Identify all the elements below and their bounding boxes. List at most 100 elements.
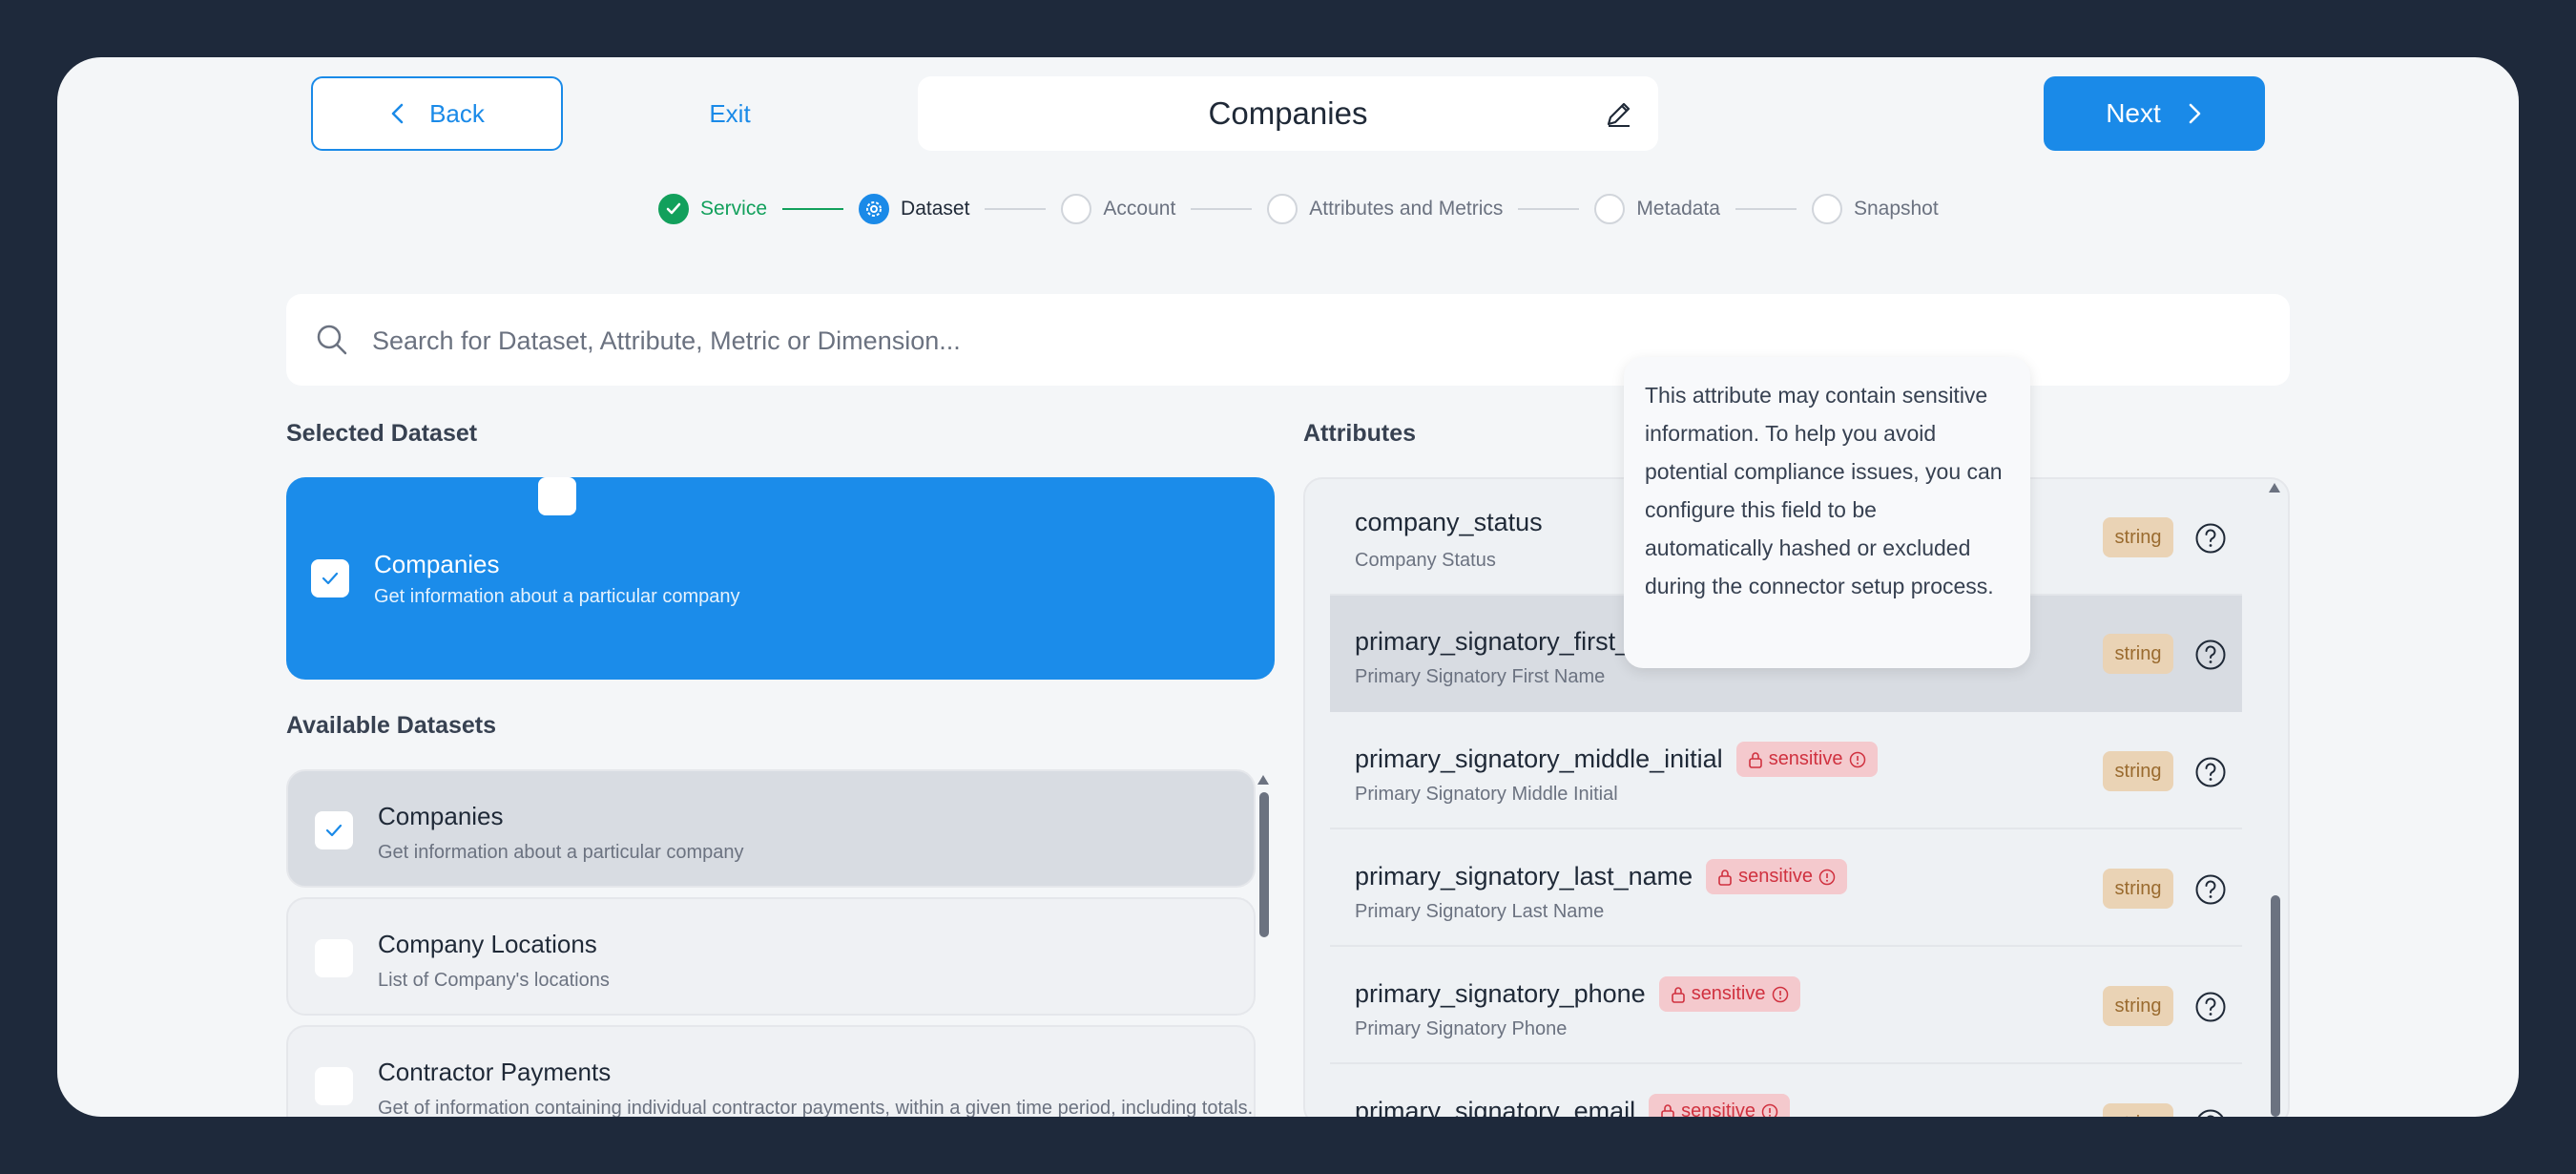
step-circle-icon — [1811, 194, 1842, 224]
type-badge: string — [2103, 751, 2173, 791]
type-badge: string — [2103, 986, 2173, 1026]
attribute-label: Primary Signatory Phone — [1355, 1018, 1568, 1039]
dataset-checkbox[interactable] — [315, 1067, 353, 1105]
step-dataset[interactable]: Dataset — [859, 194, 969, 224]
type-badge: string — [2103, 869, 2173, 909]
attribute-row[interactable]: primary_signatory_middle_initial sensiti… — [1330, 713, 2242, 829]
attribute-key: primary_signatory_email — [1355, 1097, 1636, 1117]
attribute-label: Primary Signatory Last Name — [1355, 901, 1605, 922]
sensitive-badge[interactable]: sensitive — [1658, 976, 1800, 1012]
info-icon — [1772, 986, 1788, 1002]
available-datasets-list: Companies Get information about a partic… — [286, 769, 1278, 1117]
next-button[interactable]: Next — [2044, 76, 2265, 151]
question-circle-icon[interactable] — [2194, 639, 2227, 671]
attribute-label: Primary Signatory First Name — [1355, 666, 1606, 687]
info-icon — [1849, 751, 1865, 767]
question-circle-icon[interactable] — [2194, 991, 2227, 1023]
selected-dataset-title: Companies — [374, 550, 500, 578]
dataset-title-field[interactable]: Companies — [918, 76, 1658, 151]
attribute-key: primary_signatory_phone — [1355, 979, 1646, 1008]
sensitive-tooltip: This attribute may contain sensitive inf… — [1624, 357, 2030, 668]
gear-icon — [859, 194, 890, 224]
step-attributes-and-metrics[interactable]: Attributes and Metrics — [1267, 194, 1503, 224]
search-icon — [317, 325, 347, 355]
info-icon — [1761, 1103, 1778, 1117]
attribute-name: company_status — [1355, 508, 1543, 537]
question-circle-icon[interactable] — [2194, 756, 2227, 788]
step-circle-icon — [1267, 194, 1298, 224]
attributes-heading: Attributes — [1303, 420, 1417, 447]
step-circle-icon — [1594, 194, 1626, 224]
sensitive-label: sensitive — [1768, 748, 1843, 769]
sensitive-label: sensitive — [1681, 1101, 1755, 1117]
step-account[interactable]: Account — [1061, 194, 1175, 224]
attribute-key: primary_signatory_last_name — [1355, 862, 1693, 891]
attributes-scrollbar[interactable] — [2271, 895, 2280, 1117]
dataset-title: Company Locations — [378, 930, 597, 958]
selected-dataset-description: Get information about a particular compa… — [374, 586, 740, 607]
attribute-row[interactable]: primary_signatory_last_name sensitive Pr… — [1330, 830, 2242, 947]
back-button[interactable]: Back — [311, 76, 563, 151]
question-circle-icon[interactable] — [2194, 522, 2227, 555]
step-service[interactable]: Service — [658, 194, 767, 224]
lock-icon — [1661, 1103, 1674, 1117]
dataset-description: List of Company's locations — [378, 970, 610, 991]
dataset-description: Get of information containing individual… — [378, 1098, 1254, 1117]
question-circle-icon[interactable] — [2194, 1108, 2227, 1117]
dataset-title: Companies — [378, 802, 504, 830]
pencil-icon[interactable] — [1603, 97, 1635, 130]
step-label: Snapshot — [1853, 198, 1939, 220]
available-scrollbar[interactable] — [1259, 792, 1269, 937]
sensitive-badge[interactable]: sensitive — [1649, 1094, 1790, 1117]
step-metadata[interactable]: Metadata — [1594, 194, 1720, 224]
step-snapshot[interactable]: Snapshot — [1811, 194, 1939, 224]
attribute-key: company_status — [1355, 508, 1543, 536]
question-circle-icon[interactable] — [2194, 873, 2227, 906]
sensitive-badge[interactable]: sensitive — [1706, 859, 1847, 894]
page-title: Companies — [1208, 95, 1368, 131]
sensitive-label: sensitive — [1691, 983, 1766, 1004]
selected-dataset-card[interactable]: Companies Get information about a partic… — [286, 477, 1275, 680]
sensitive-badge[interactable]: sensitive — [1735, 742, 1878, 777]
list-item[interactable]: Company Locations List of Company's loca… — [286, 897, 1256, 1016]
next-label: Next — [2106, 98, 2161, 128]
available-datasets-heading: Available Datasets — [286, 712, 497, 739]
attribute-key: primary_signatory_middle_initial — [1355, 744, 1723, 773]
attribute-label: Company Status — [1355, 550, 1496, 571]
progress-stepper: Service Dataset Account Attributes and M… — [658, 191, 1939, 227]
chevron-left-icon — [391, 103, 404, 124]
type-badge: string — [2103, 517, 2173, 557]
attribute-row[interactable]: primary_signatory_email sensitive string — [1330, 1065, 2242, 1117]
back-label: Back — [429, 98, 485, 128]
dataset-title: Contractor Payments — [378, 1058, 612, 1086]
type-badge: string — [2103, 634, 2173, 674]
selected-dataset-heading: Selected Dataset — [286, 420, 478, 447]
lock-icon — [1748, 751, 1762, 768]
attribute-name: primary_signatory_email sensitive — [1355, 1094, 1790, 1117]
step-label: Account — [1103, 198, 1176, 220]
app-window: Back Exit Companies Next Service Dataset… — [57, 57, 2519, 1117]
attribute-row[interactable]: primary_signatory_phone sensitive Primar… — [1330, 948, 2242, 1064]
dataset-checkbox[interactable] — [315, 811, 353, 849]
sensitive-label: sensitive — [1738, 866, 1813, 887]
list-item[interactable]: Contractor Payments Get of information c… — [286, 1025, 1256, 1117]
attribute-label: Primary Signatory Middle Initial — [1355, 784, 1618, 805]
step-connector — [1518, 208, 1580, 210]
step-label: Attributes and Metrics — [1309, 198, 1504, 220]
attribute-name: primary_signatory_last_name sensitive — [1355, 859, 1847, 894]
dataset-checkbox[interactable] — [315, 939, 353, 977]
exit-button[interactable]: Exit — [668, 76, 792, 151]
attribute-name: primary_signatory_middle_initial sensiti… — [1355, 742, 1878, 777]
info-icon — [1818, 869, 1836, 885]
step-label: Dataset — [901, 198, 970, 220]
check-icon — [322, 572, 339, 585]
scroll-up-icon[interactable] — [2269, 483, 2280, 493]
step-connector — [782, 208, 844, 210]
step-connector — [985, 208, 1047, 210]
chevron-right-icon — [2189, 103, 2201, 124]
step-label: Service — [700, 198, 768, 220]
dataset-checkbox[interactable] — [311, 559, 349, 597]
list-item[interactable]: Companies Get information about a partic… — [286, 769, 1256, 888]
scroll-up-icon[interactable] — [1257, 775, 1269, 785]
lock-icon — [1671, 986, 1685, 1003]
